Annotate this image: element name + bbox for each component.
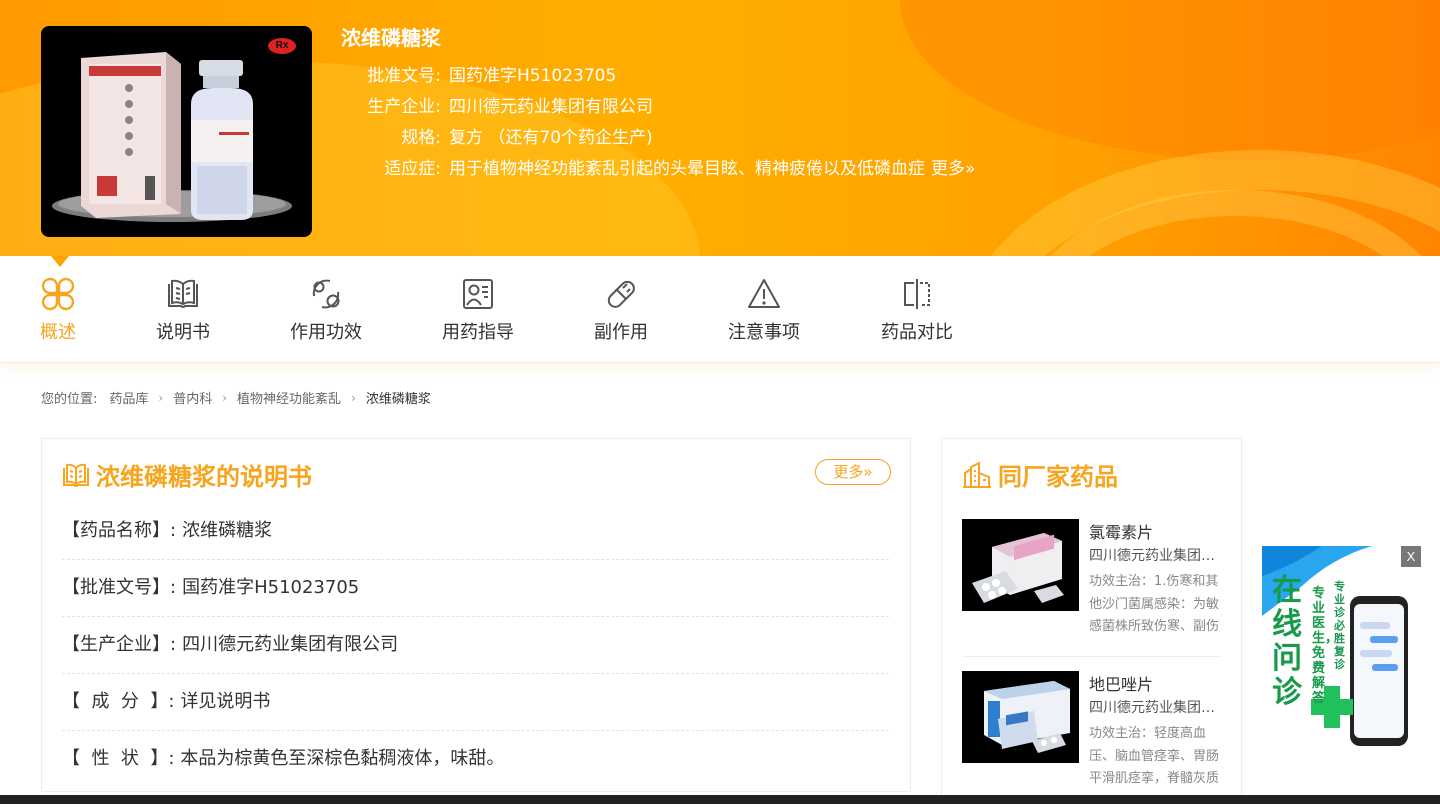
related-drug-name: 地巴唑片 [1089, 675, 1154, 694]
chevron-right-icon: › [222, 390, 228, 405]
bottom-toolbar-strip [0, 795, 1440, 804]
related-drug-maker: 四川德元药业集团有限公司 [1089, 700, 1221, 716]
related-drug-name: 氯霉素片 [1089, 523, 1154, 542]
pill-icon [607, 280, 635, 308]
related-drug-desc: 功效主治：轻度高血压、脑血管痉挛、胃肠平滑肌痉挛，脊髓灰质炎后遗症 [1089, 726, 1220, 786]
spec-key: 【药品名称】: [62, 520, 177, 541]
tab-usage-guide[interactable]: 用药指导 [418, 276, 538, 344]
warning-icon [748, 279, 780, 308]
breadcrumb: 您的位置: 药品库 › 普内科 › 植物神经功能紊乱 › 浓维磷糖浆 [41, 388, 431, 408]
manual-spec-list: 【药品名称】: 浓维磷糖浆 【批准文号】: 国药准字H51023705 【生产企… [62, 503, 889, 787]
rx-badge: Rx [268, 38, 296, 54]
same-manufacturer-header: 同厂家药品 [962, 457, 1118, 492]
hero-info: 浓维磷糖浆 批准文号: 国药准字H51023705 生产企业: 四川德元药业集团… [341, 22, 975, 185]
ad-close-button[interactable]: X [1401, 546, 1421, 567]
tab-label: 概述 [40, 322, 76, 343]
online-consult-ad[interactable]: 在线问诊 专业医生，免费解答 专业诊 必胜复诊 [1262, 546, 1420, 756]
indication-row: 适应症: 用于植物神经功能紊乱引起的头晕目眩、精神疲倦以及低磷血症 更多» [341, 154, 975, 185]
breadcrumb-current: 浓维磷糖浆 [365, 392, 431, 407]
spec-row: 规格: 复方 （还有70个药企生产) [341, 123, 975, 154]
breadcrumb-link-internal-medicine[interactable]: 普内科 [173, 388, 212, 407]
product-title: 浓维磷糖浆 [341, 28, 441, 50]
tab-manual[interactable]: 说明书 [123, 276, 243, 344]
tablet-package-illustration [972, 533, 1064, 603]
product-image: Rx [41, 26, 312, 237]
spec-value: 详见说明书 [180, 691, 271, 712]
tab-label: 作用功效 [290, 322, 362, 343]
same-manufacturer-panel: 同厂家药品 氯霉素片 四川德元药业集团有限公司 功效主治：1.伤寒和其他沙门菌属… [941, 438, 1242, 805]
spec-value: 本品为棕黄色至深棕色黏稠液体，味甜。 [180, 748, 505, 769]
related-drug-maker: 四川德元药业集团有限公司 [1089, 548, 1221, 564]
manufacturer-value: 四川德元药业集团有限公司 [449, 97, 653, 117]
spec-row-manufacturer: 【生产企业】: 四川德元药业集团有限公司 [62, 617, 889, 674]
manual-title: 浓维磷糖浆的说明书 [96, 464, 312, 491]
tablet-package-illustration [984, 681, 1070, 753]
related-drug-desc: 功效主治：1.伤寒和其他沙门菌属感染：为敏感菌株所致伤寒、副伤寒 [1089, 574, 1220, 634]
manufacturer-row: 生产企业: 四川德元药业集团有限公司 [341, 92, 975, 123]
ad-subtitle: 专业医生，免费解答 [1312, 586, 1339, 706]
approval-number-label: 批准文号: [367, 66, 441, 86]
spec-row-approval: 【批准文号】: 国药准字H51023705 [62, 560, 889, 617]
effect-icon [312, 279, 340, 309]
indication-more-link[interactable]: 更多» [931, 154, 975, 185]
related-drug-image [962, 671, 1079, 763]
compare-icon [904, 279, 930, 309]
tab-label: 说明书 [156, 322, 210, 343]
spec-value: 四川德元药业集团有限公司 [182, 634, 399, 655]
spec-key: 【批准文号】: [62, 577, 177, 598]
chevron-right-icon: › [351, 390, 356, 405]
related-drug-image [962, 519, 1079, 611]
spec-key: 【 成 分 】: [62, 691, 175, 712]
breadcrumb-link-drug-library[interactable]: 药品库 [109, 388, 148, 407]
spec-row-drug-name: 【药品名称】: 浓维磷糖浆 [62, 503, 889, 560]
spec-value: 复方 （还有70个药企生产) [449, 128, 653, 148]
clover-icon [41, 277, 75, 311]
tab-side-effects[interactable]: 副作用 [561, 276, 681, 344]
tab-label: 副作用 [594, 322, 648, 343]
tab-label: 药品对比 [881, 322, 953, 343]
same-manufacturer-title: 同厂家药品 [998, 464, 1118, 491]
manual-panel: 浓维磷糖浆的说明书 更多» 【药品名称】: 浓维磷糖浆 【批准文号】: 国药准字… [41, 438, 911, 792]
approval-number-row: 批准文号: 国药准字H51023705 [341, 61, 975, 92]
related-drug-card[interactable]: 氯霉素片 四川德元药业集团有限公司 功效主治：1.伤寒和其他沙门菌属感染：为敏感… [962, 519, 1221, 657]
related-drug-card[interactable]: 地巴唑片 四川德元药业集团有限公司 功效主治：轻度高血压、脑血管痉挛、胃肠平滑肌… [962, 671, 1221, 811]
tab-label: 用药指导 [442, 322, 514, 343]
spec-key: 【 性 状 】: [62, 748, 175, 769]
tab-compare[interactable]: 药品对比 [857, 276, 977, 344]
book-icon [168, 279, 198, 308]
manual-more-button[interactable]: 更多» [815, 459, 891, 485]
related-drug-info: 氯霉素片 四川德元药业集团有限公司 功效主治：1.伤寒和其他沙门菌属感染：为敏感… [1089, 521, 1221, 639]
ad-headline: 在线问诊 [1272, 574, 1302, 709]
book-open-icon [63, 463, 89, 487]
tab-label: 注意事项 [728, 322, 800, 343]
spec-row-ingredients: 【 成 分 】: 详见说明书 [62, 674, 889, 731]
chevron-right-icon: › [158, 390, 164, 405]
ad-tag: 专业诊 必胜复诊 [1334, 580, 1345, 671]
guide-icon [463, 279, 493, 309]
manufacturer-label: 生产企业: [367, 97, 441, 117]
factory-icon [963, 460, 991, 488]
active-tab-pointer [51, 256, 69, 267]
spec-value: 国药准字H51023705 [182, 577, 360, 598]
spec-key: 【生产企业】: [62, 634, 177, 655]
manual-panel-header: 浓维磷糖浆的说明书 [62, 457, 312, 492]
tab-effects[interactable]: 作用功效 [266, 276, 386, 344]
syrup-package-illustration [52, 52, 292, 222]
product-hero: Rx 浓维磷糖浆 批准文号: 国药准字H51023705 生产企业: 四川德元药… [0, 0, 1440, 256]
tab-overview[interactable]: 概述 [0, 276, 118, 344]
approval-number-value: 国药准字H51023705 [449, 66, 617, 86]
breadcrumb-prefix: 您的位置: [41, 392, 98, 407]
tab-precautions[interactable]: 注意事项 [704, 276, 824, 344]
breadcrumb-link-category[interactable]: 植物神经功能紊乱 [237, 388, 341, 407]
indication-label: 适应症: [384, 159, 441, 179]
indication-value: 用于植物神经功能紊乱引起的头晕目眩、精神疲倦以及低磷血症 [449, 159, 925, 179]
spec-row-appearance: 【 性 状 】: 本品为棕黄色至深棕色黏稠液体，味甜。 [62, 731, 889, 787]
hero-decor-wave [900, 0, 1440, 160]
tab-bar: 概述 说明书 作用功效 用药指导 副作用 注意事项 药品对比 [0, 256, 1440, 363]
spec-label: 规格: [401, 128, 441, 148]
related-drug-info: 地巴唑片 四川德元药业集团有限公司 功效主治：轻度高血压、脑血管痉挛、胃肠平滑肌… [1089, 673, 1221, 791]
spec-value: 浓维磷糖浆 [182, 520, 273, 541]
